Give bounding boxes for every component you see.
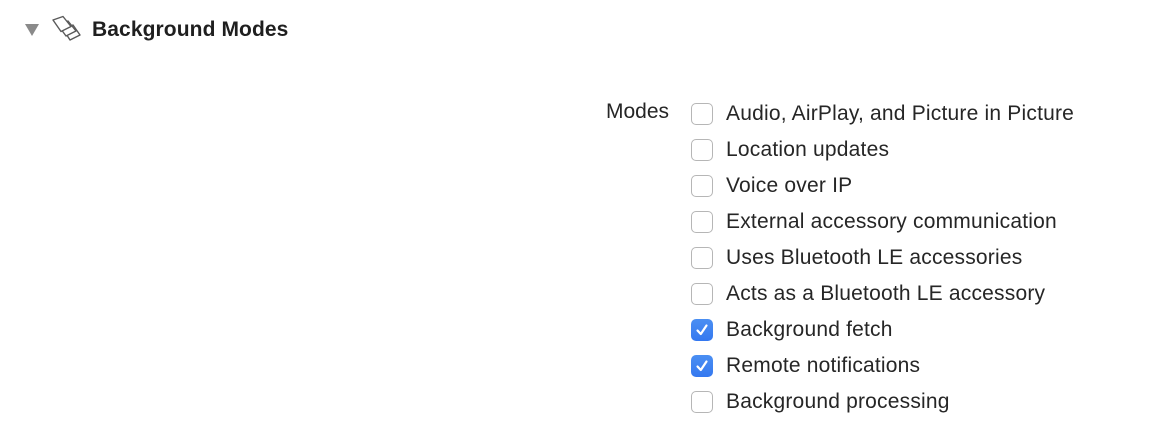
stacked-layers-icon	[50, 15, 84, 45]
mode-option[interactable]: Background processing	[691, 384, 1074, 420]
mode-option-label: External accessory communication	[726, 210, 1057, 233]
mode-option[interactable]: Voice over IP	[691, 168, 1074, 204]
mode-option[interactable]: Audio, AirPlay, and Picture in Picture	[691, 96, 1074, 132]
mode-option-label: Location updates	[726, 138, 890, 161]
checkbox-unchecked[interactable]	[691, 139, 713, 161]
modes-checkbox-list: Audio, AirPlay, and Picture in Picture Lo…	[691, 96, 1074, 420]
mode-option-label: Remote notifications	[726, 354, 921, 377]
section-header: Background Modes	[22, 14, 288, 46]
checkbox-unchecked[interactable]	[691, 247, 713, 269]
mode-option-label: Background fetch	[726, 318, 893, 341]
checkmark-icon	[696, 324, 708, 336]
disclosure-triangle-down-icon[interactable]	[22, 20, 42, 40]
checkbox-unchecked[interactable]	[691, 211, 713, 233]
mode-option-label: Voice over IP	[726, 174, 853, 197]
mode-option[interactable]: Remote notifications	[691, 348, 1074, 384]
checkbox-unchecked[interactable]	[691, 283, 713, 305]
mode-option[interactable]: Uses Bluetooth LE accessories	[691, 240, 1074, 276]
checkbox-unchecked[interactable]	[691, 103, 713, 125]
mode-option-label: Background processing	[726, 390, 950, 413]
checkbox-unchecked[interactable]	[691, 175, 713, 197]
section-title: Background Modes	[92, 18, 289, 41]
checkbox-checked[interactable]	[691, 355, 713, 377]
mode-option[interactable]: Location updates	[691, 132, 1074, 168]
mode-option-label: Acts as a Bluetooth LE accessory	[726, 282, 1046, 305]
mode-option[interactable]: Background fetch	[691, 312, 1074, 348]
modes-label: Modes	[606, 100, 670, 123]
mode-option-label: Audio, AirPlay, and Picture in Picture	[726, 102, 1075, 125]
checkmark-icon	[696, 360, 708, 372]
mode-option-label: Uses Bluetooth LE accessories	[726, 246, 1023, 269]
checkbox-unchecked[interactable]	[691, 391, 713, 413]
mode-option[interactable]: External accessory communication	[691, 204, 1074, 240]
mode-option[interactable]: Acts as a Bluetooth LE accessory	[691, 276, 1074, 312]
checkbox-checked[interactable]	[691, 319, 713, 341]
